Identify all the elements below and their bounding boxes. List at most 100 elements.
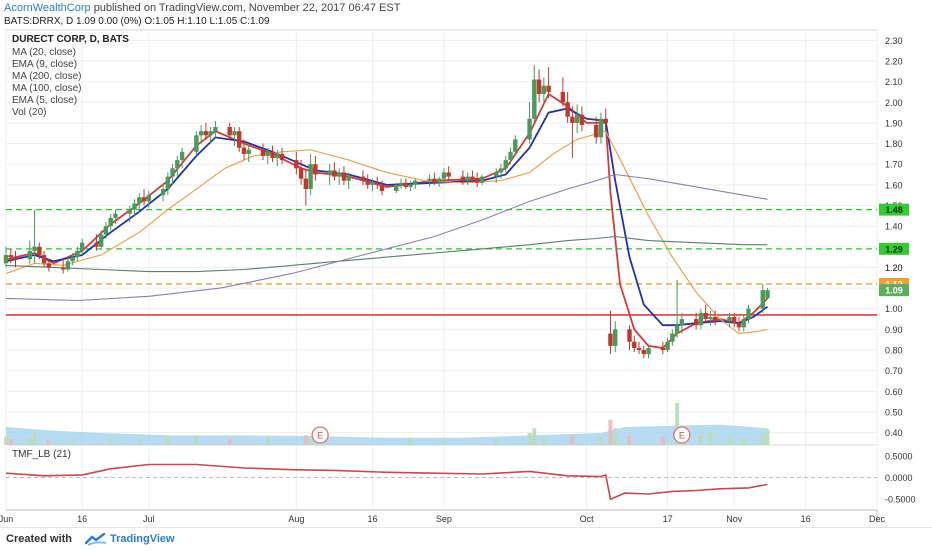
candle-body bbox=[298, 168, 304, 179]
candle-body bbox=[370, 182, 375, 185]
price-tick-label: 2.30 bbox=[885, 36, 903, 46]
legend-item: EMA (5, close) bbox=[12, 95, 77, 106]
candle-body bbox=[398, 182, 404, 185]
candle-body bbox=[641, 350, 646, 355]
volume-bar bbox=[165, 436, 170, 445]
candle-body bbox=[137, 197, 142, 204]
candle-body bbox=[465, 176, 470, 181]
level-badge-text: 1.48 bbox=[885, 205, 903, 215]
candle-body bbox=[313, 164, 318, 175]
candle-body bbox=[365, 180, 370, 185]
candle-body bbox=[70, 257, 75, 262]
author-link[interactable]: AcornWealthCorp bbox=[4, 2, 91, 14]
candle-body bbox=[579, 114, 585, 125]
volume-bar bbox=[613, 428, 618, 445]
volume-bar bbox=[227, 439, 232, 445]
price-tick-label: 1.90 bbox=[885, 118, 903, 128]
candle-body bbox=[308, 164, 313, 189]
legend-item: MA (100, close) bbox=[12, 83, 81, 94]
volume-bar bbox=[541, 437, 546, 445]
candle-body bbox=[146, 195, 151, 202]
time-tick-label: Jul bbox=[143, 514, 155, 524]
created-with-text: Created with bbox=[6, 533, 73, 545]
candle-body bbox=[660, 347, 666, 351]
volume-bar bbox=[598, 436, 603, 445]
candle-body bbox=[474, 178, 480, 183]
earnings-marker-label: E bbox=[679, 431, 685, 441]
candle-body bbox=[703, 312, 708, 320]
volume-bar bbox=[660, 436, 665, 445]
level-badge-text: 1.29 bbox=[885, 244, 903, 254]
tmf-tick-label: -0.5000 bbox=[885, 495, 916, 505]
volume-bar bbox=[70, 439, 75, 445]
time-axis: Jun 16 Jul Aug 16 Sep Oct 17 Nov 16 Dec bbox=[0, 514, 885, 524]
candle-body bbox=[508, 151, 513, 161]
volume-bar bbox=[32, 433, 37, 445]
stock-chart[interactable]: EE0.400.500.600.700.800.901.001.101.201.… bbox=[0, 28, 932, 527]
candle-body bbox=[8, 255, 13, 258]
candle-body bbox=[113, 213, 118, 218]
price-tick-label: 1.80 bbox=[885, 139, 903, 149]
time-tick-label: 16 bbox=[367, 514, 377, 524]
candle-body bbox=[260, 149, 266, 156]
price-tick-label: 2.10 bbox=[885, 77, 903, 87]
candle-body bbox=[712, 316, 718, 322]
candle-body bbox=[460, 176, 466, 181]
candle-body bbox=[379, 184, 385, 192]
candle-body bbox=[237, 131, 242, 148]
volume-bar bbox=[265, 437, 270, 445]
candle-body bbox=[60, 267, 66, 270]
earnings-marker: E bbox=[673, 426, 691, 444]
volume-bar bbox=[727, 436, 732, 445]
last-price-badge: 1.09 bbox=[879, 284, 909, 297]
volume-bar bbox=[608, 419, 613, 445]
candle-body bbox=[375, 182, 380, 185]
candle-body bbox=[94, 242, 99, 247]
time-tick-label: 16 bbox=[801, 514, 811, 524]
candle-body bbox=[165, 176, 171, 189]
candle-body bbox=[674, 325, 680, 334]
candle-body bbox=[541, 85, 547, 95]
candle-body bbox=[194, 135, 199, 152]
candle-body bbox=[213, 127, 218, 132]
level-badge: 1.48 bbox=[879, 203, 909, 216]
tradingview-brand-link[interactable]: TradingView bbox=[110, 533, 175, 545]
price-tick-label: 1.00 bbox=[885, 304, 903, 314]
price-tick-label: 0.60 bbox=[885, 387, 903, 397]
price-tick-label: 0.40 bbox=[885, 428, 903, 438]
price-tick-label: 1.40 bbox=[885, 222, 903, 232]
volume-bar bbox=[4, 436, 8, 445]
candle-body bbox=[265, 151, 270, 156]
volume-bar bbox=[494, 439, 499, 445]
candle-body bbox=[603, 118, 608, 123]
price-axis: 0.400.500.600.700.800.901.001.101.201.30… bbox=[885, 36, 903, 438]
published-text: published on TradingView.com, November 2… bbox=[93, 2, 401, 14]
price-tick-label: 0.80 bbox=[885, 346, 903, 356]
candle-body bbox=[270, 151, 275, 159]
legend-item: Vol (20) bbox=[12, 107, 46, 118]
candle-body bbox=[708, 316, 713, 320]
time-tick-label: Nov bbox=[726, 514, 743, 524]
candle-body bbox=[574, 114, 580, 123]
candle-body bbox=[108, 217, 113, 227]
candle-body bbox=[741, 319, 746, 328]
price-tick-label: 0.70 bbox=[885, 366, 903, 376]
volume-bar bbox=[194, 435, 199, 445]
candle-body bbox=[698, 312, 704, 326]
earnings-marker: E bbox=[311, 426, 329, 444]
candle-body bbox=[498, 168, 504, 173]
candle-body bbox=[198, 131, 204, 136]
candle-body bbox=[598, 118, 604, 138]
candle-body bbox=[227, 127, 232, 136]
volume-bar bbox=[708, 431, 713, 445]
main-pane bbox=[5, 29, 878, 446]
candle-body bbox=[593, 124, 599, 138]
candle-body bbox=[446, 172, 451, 177]
tmf-title: TMF_LB (21) bbox=[12, 449, 71, 460]
candle-body bbox=[360, 176, 366, 181]
volume-bar bbox=[308, 439, 313, 445]
candle-body bbox=[175, 160, 180, 169]
candle-body bbox=[632, 341, 637, 348]
candle-body bbox=[427, 178, 432, 181]
time-tick-label: 16 bbox=[77, 514, 87, 524]
